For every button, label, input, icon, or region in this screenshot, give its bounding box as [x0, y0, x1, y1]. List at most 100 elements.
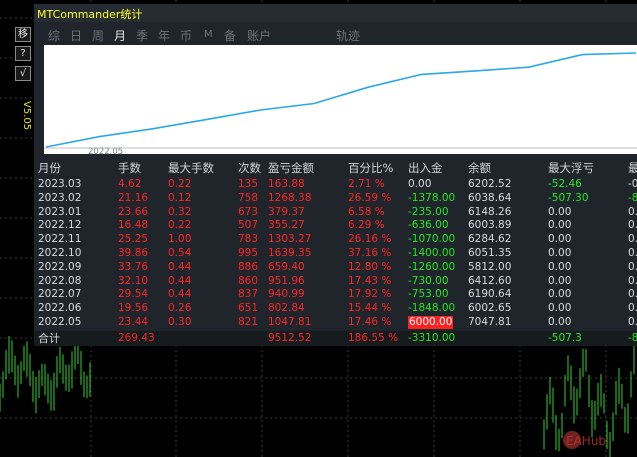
- cell-pnl: 355.27: [268, 219, 305, 232]
- cell-flow: -1848.00: [408, 302, 456, 315]
- cell-flow: -636.00: [408, 219, 449, 232]
- cell-lots: 4.62: [118, 178, 142, 190]
- cell-count: 758: [238, 191, 259, 204]
- cell-month: 2022.10: [38, 247, 82, 259]
- total-pct: 186.55 %: [348, 332, 399, 344]
- cell-lots: 32.10: [118, 274, 149, 287]
- cell-flow: -730.00: [408, 274, 449, 287]
- title-bar[interactable]: MTCommander统计: [34, 4, 637, 22]
- cell-max-dd: 0.00: [548, 274, 572, 287]
- stats-panel: MTCommander统计 综 日 周 月 季 年 币 M 备 账户 轨迹 20…: [34, 4, 637, 346]
- cell-balance: 6038.64: [468, 191, 512, 204]
- cell-last: 0.: [628, 274, 637, 287]
- table-row[interactable]: 2022.05 23.44 0.30 821 1047.81 17.46 % 6000.00…: [34, 316, 637, 329]
- cell-pnl: 802.84: [268, 302, 305, 315]
- cell-max-dd: -507.30: [548, 191, 589, 204]
- cell-count: 507: [238, 219, 259, 232]
- table-row[interactable]: 2022.07 29.54 0.44 837 940.99 17.92 % -753.00 6…: [34, 288, 637, 301]
- cell-pnl: 1639.35: [268, 247, 312, 259]
- cell-max-lots: 0.32: [168, 205, 192, 218]
- table-row[interactable]: 2022.08 32.10 0.44 860 951.96 17.43 % -730.00 6…: [34, 275, 637, 288]
- cell-count: 135: [238, 178, 259, 190]
- cell-pct: 15.44 %: [348, 302, 392, 315]
- table-row[interactable]: 2023.01 23.66 0.32 673 379.37 6.58 % -235.00 61…: [34, 206, 637, 219]
- cell-last: -0: [628, 178, 637, 190]
- tab-magic[interactable]: M: [204, 29, 213, 40]
- cell-flow: -1260.00: [408, 260, 456, 273]
- cell-month: 2022.07: [38, 288, 82, 301]
- cell-flow: -1378.00: [408, 191, 456, 204]
- cell-month: 2022.09: [38, 260, 82, 273]
- cell-last: -8: [628, 191, 637, 204]
- cell-balance: 6284.62: [468, 233, 512, 246]
- cell-pnl: 1303.27: [268, 233, 312, 246]
- column-header: 余额: [468, 161, 491, 175]
- cell-balance: 6202.52: [468, 178, 512, 190]
- cell-count: 783: [238, 233, 259, 246]
- cell-max-lots: 0.22: [168, 219, 192, 232]
- monthly-stats-table: 月份 手数 最大手数 次数 盈亏金额 百分比% 出入金 余额 最大浮亏 最 2023.03 4.62…: [34, 159, 637, 346]
- tab-track[interactable]: 轨迹: [336, 27, 360, 44]
- check-button[interactable]: √: [15, 66, 31, 81]
- cell-lots: 25.25: [118, 233, 149, 246]
- cell-pnl: 951.96: [268, 274, 305, 287]
- column-header: 手数: [118, 161, 141, 175]
- total-max-dd: -507.3: [548, 332, 582, 344]
- tab-account[interactable]: 账户: [247, 27, 271, 44]
- tab-day[interactable]: 日: [70, 27, 82, 44]
- tab-overview[interactable]: 综: [48, 27, 60, 44]
- cell-pct: 37.16 %: [348, 247, 392, 259]
- cell-max-lots: 0.54: [168, 247, 192, 259]
- tab-week[interactable]: 周: [92, 27, 104, 44]
- cell-flow: 6000.00: [408, 316, 454, 329]
- tab-month[interactable]: 月: [114, 27, 126, 44]
- table-row[interactable]: 2022.11 25.25 1.00 783 1303.27 26.16 % -1070.0…: [34, 233, 637, 246]
- cell-last: 0.: [628, 316, 637, 328]
- total-last: -8: [628, 332, 637, 344]
- cell-balance: 6148.26: [468, 205, 512, 218]
- cell-count: 821: [238, 316, 259, 328]
- cell-month: 2022.12: [38, 219, 82, 232]
- move-button[interactable]: 移: [15, 27, 31, 42]
- cell-max-dd: 0.00: [548, 302, 572, 315]
- column-header: 最: [628, 161, 637, 175]
- chart-start-label: 2022.05: [88, 147, 124, 157]
- cell-month: 2022.05: [38, 316, 82, 328]
- cell-lots: 29.54: [118, 288, 149, 301]
- table-row[interactable]: 2023.02 21.16 0.12 758 1268.38 26.59 % -1378.0…: [34, 192, 637, 205]
- cell-max-lots: 0.44: [168, 274, 192, 287]
- cell-max-lots: 0.12: [168, 191, 192, 204]
- total-label: 合计: [38, 332, 60, 345]
- table-row[interactable]: 2022.10 39.86 0.54 995 1639.35 37.16 % -1400.0…: [34, 247, 637, 260]
- cell-last: 0.: [628, 205, 637, 218]
- total-row: 合计 269.43 9512.52 186.55 % -3310.00 -507…: [34, 331, 637, 346]
- cell-flow: -1070.00: [408, 233, 456, 246]
- cell-pnl: 940.99: [268, 288, 305, 301]
- cell-max-lots: 0.22: [168, 178, 192, 190]
- cell-max-lots: 0.26: [168, 302, 192, 315]
- table-header: 月份 手数 最大手数 次数 盈亏金额 百分比% 出入金 余额 最大浮亏 最: [34, 162, 637, 175]
- cell-balance: 5812.00: [468, 260, 512, 273]
- cell-count: 995: [238, 247, 259, 259]
- cell-last: 0.: [628, 260, 637, 273]
- cell-max-dd: 0.00: [548, 247, 572, 259]
- tab-year[interactable]: 年: [158, 27, 170, 44]
- cell-pct: 6.58 %: [348, 205, 385, 218]
- table-row[interactable]: 2022.09 33.76 0.44 886 659.40 12.80 % -1260.00…: [34, 261, 637, 274]
- help-button[interactable]: ?: [15, 46, 31, 61]
- table-row[interactable]: 2022.12 16.48 0.22 507 355.27 6.29 % -636.00 60…: [34, 219, 637, 232]
- tab-notes[interactable]: 备: [224, 27, 236, 44]
- table-row[interactable]: 2023.03 4.62 0.22 135 163.88 2.71 % 0.00 6202.5…: [34, 178, 637, 191]
- table-row[interactable]: 2022.06 19.56 0.26 651 802.84 15.44 % -1848.00…: [34, 302, 637, 315]
- equity-line: [45, 52, 637, 148]
- panel-title: MTCommander统计: [37, 8, 143, 21]
- cell-lots: 39.86: [118, 247, 149, 259]
- version-label: V5.05: [21, 101, 32, 131]
- cell-max-dd: 0.00: [548, 233, 572, 246]
- tab-quarter[interactable]: 季: [136, 27, 148, 44]
- cell-pct: 17.43 %: [348, 274, 392, 287]
- tab-currency[interactable]: 币: [180, 27, 192, 44]
- cell-month: 2023.01: [38, 205, 82, 218]
- cell-max-dd: 0.00: [548, 219, 572, 232]
- cell-flow: -1400.00: [408, 247, 456, 259]
